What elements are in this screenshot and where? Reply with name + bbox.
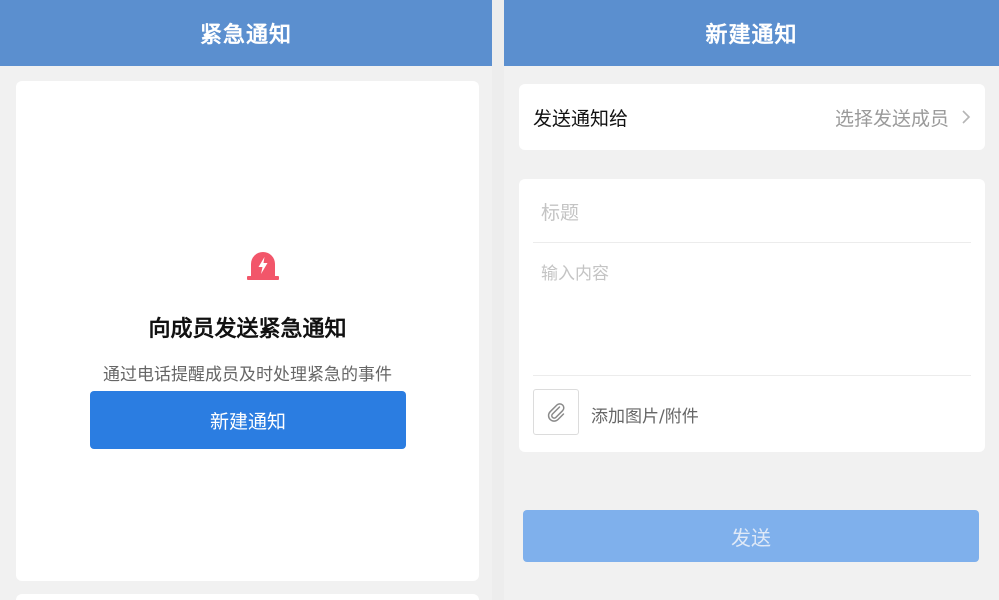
page-title: 新建通知 [705, 23, 798, 48]
page-title: 紧急通知 [199, 23, 292, 48]
recipient-selector[interactable]: 发送通知给 选择发送成员 [519, 84, 985, 150]
content-input[interactable] [539, 257, 973, 371]
paperclip-icon [547, 403, 565, 422]
card-title: 向成员发送紧急通知 [148, 317, 347, 342]
card-peek [16, 594, 479, 600]
panel-divider [492, 0, 504, 600]
attach-label[interactable]: 添加图片/附件 [591, 402, 699, 427]
title-input[interactable] [539, 192, 973, 234]
recipient-label: 发送通知给 [533, 107, 629, 130]
header-emergency-notice: 紧急通知 [0, 0, 492, 66]
new-notice-panel: 新建通知 发送通知给 选择发送成员 添加图片/附件 发送 [504, 0, 999, 600]
divider [533, 375, 971, 376]
new-notice-button[interactable]: 新建通知 [90, 391, 406, 449]
card-description: 通过电话提醒成员及时处理紧急的事件 [103, 365, 392, 385]
send-button[interactable]: 发送 [523, 510, 979, 562]
chevron-right-icon [962, 110, 971, 124]
compose-card: 添加图片/附件 [519, 179, 985, 452]
emergency-notice-panel: 紧急通知 向成员发送紧急通知 通过电话提醒成员及时处理紧急的事件 新建通知 [0, 0, 492, 600]
header-new-notice: 新建通知 [504, 0, 999, 66]
recipient-value: 选择发送成员 [834, 107, 949, 130]
emergency-intro-card: 向成员发送紧急通知 通过电话提醒成员及时处理紧急的事件 新建通知 [16, 81, 479, 581]
attach-button[interactable] [533, 389, 579, 435]
divider [533, 242, 971, 243]
alarm-siren-icon [247, 252, 279, 280]
